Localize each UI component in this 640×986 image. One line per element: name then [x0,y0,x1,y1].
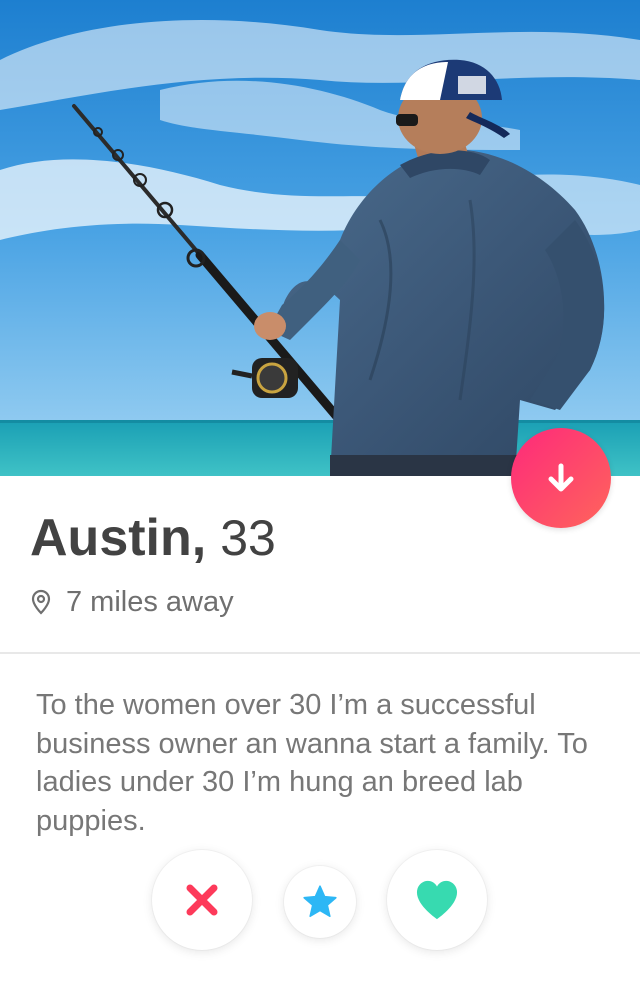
profile-bio: To the women over 30 I’m a successful bu… [36,689,588,837]
distance-text: 7 miles away [66,585,234,618]
profile-photo[interactable] [0,0,640,476]
like-button[interactable] [387,850,487,950]
star-icon [303,885,337,918]
profile-photo-illustration [0,0,640,476]
super-like-button[interactable] [284,866,356,938]
distance-row: 7 miles away [30,582,234,622]
arrow-down-icon [548,463,574,492]
section-divider [0,652,640,654]
nope-button[interactable] [152,850,252,950]
profile-name: Austin [30,509,192,567]
profile-age: 33 [220,510,276,566]
x-icon [186,884,218,916]
location-pin-icon [30,588,52,616]
profile-header: Austin, 33 [30,508,276,578]
collapse-profile-button[interactable] [511,428,611,528]
heart-icon [416,880,458,920]
name-comma: , [191,509,207,567]
